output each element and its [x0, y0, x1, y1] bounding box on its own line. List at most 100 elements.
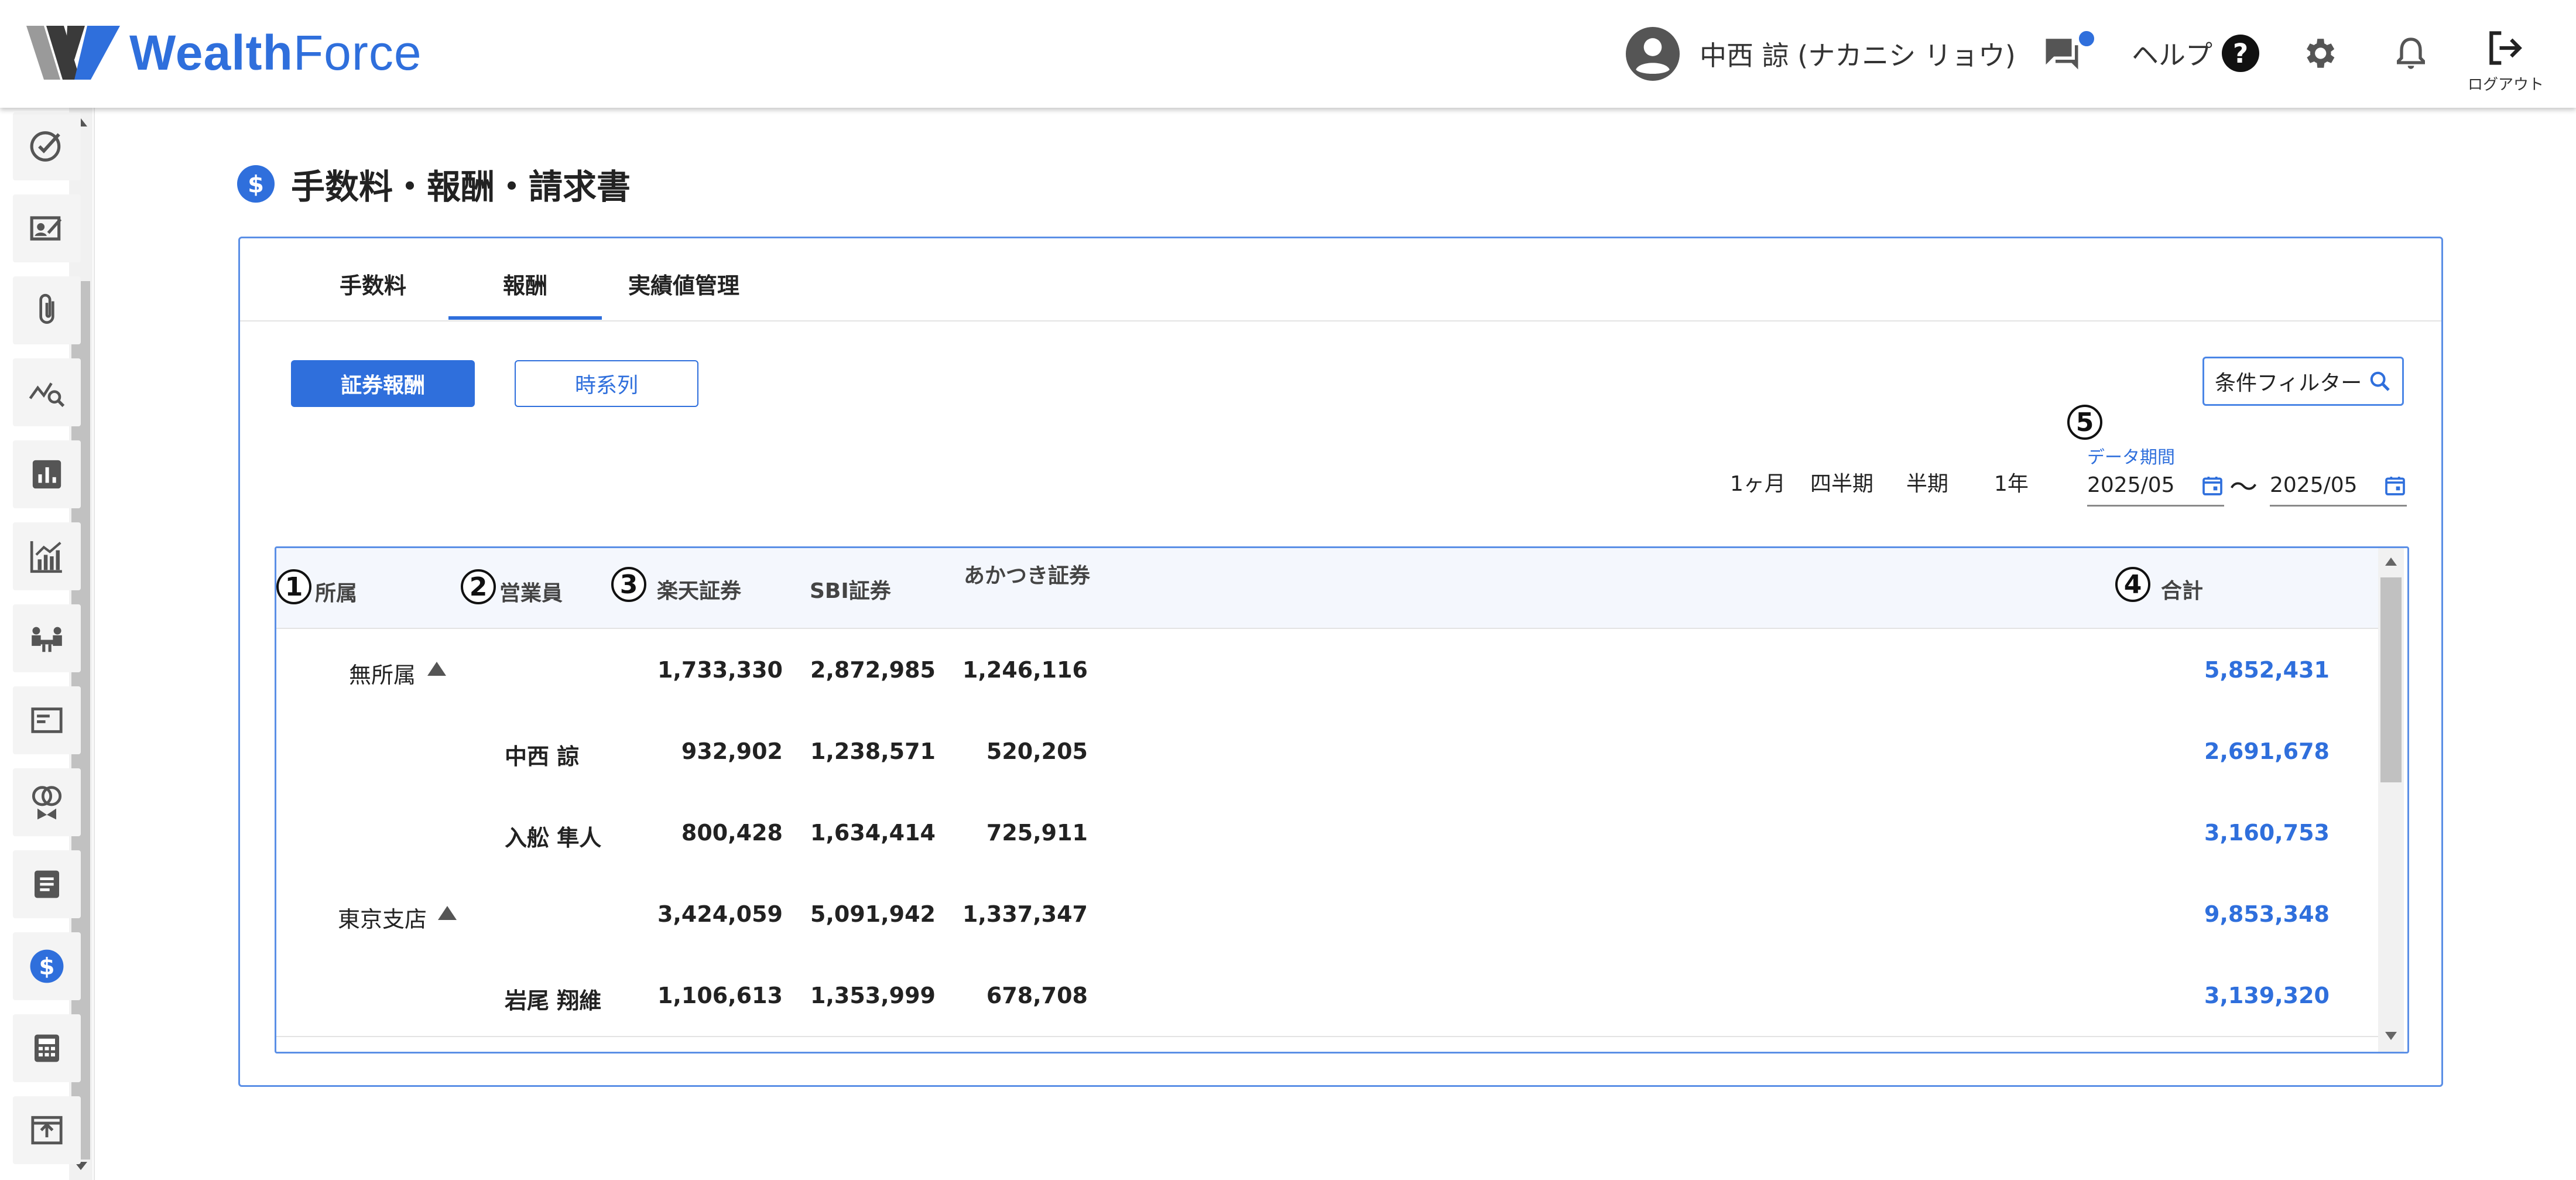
cell-akatsuki: 520,205	[986, 738, 1088, 764]
date-to-field[interactable]: 2025/05	[2270, 468, 2407, 507]
cell-akatsuki: 725,911	[986, 820, 1088, 846]
cell-akatsuki: 1,246,116	[962, 657, 1088, 683]
logout-icon[interactable]	[2485, 28, 2524, 68]
sidebar-item-analysis[interactable]	[13, 358, 81, 426]
table-row[interactable]: 無所属 1,733,330 2,872,985 1,246,116 5,852,…	[276, 629, 2378, 712]
cell-sbi: 1,634,414	[810, 820, 936, 846]
cell-total[interactable]: 5,852,431	[2095, 657, 2330, 683]
cell-total[interactable]: 9,853,348	[2095, 901, 2330, 927]
dollar-icon: $	[30, 949, 64, 983]
table-row[interactable]: 入舩 隼人 800,428 1,634,414 725,911 3,160,75…	[276, 792, 2378, 874]
period-quarter[interactable]: 四半期	[1810, 467, 1873, 497]
cell-total[interactable]: 3,139,320	[2095, 983, 2330, 1008]
collapse-triangle-icon[interactable]	[427, 662, 446, 676]
sidebar-item-reports[interactable]	[13, 440, 81, 508]
search-icon	[2370, 371, 2390, 391]
date-to-value: 2025/05	[2270, 473, 2358, 497]
table-row[interactable]: 中西 諒 932,902 1,238,571 520,205 2,691,678	[276, 710, 2378, 793]
cell-salesperson: 入舩 隼人	[505, 825, 602, 851]
chat-icon[interactable]	[2042, 34, 2082, 73]
sidebar-item-cards[interactable]	[13, 686, 81, 754]
annotation-marker-4: 4	[2115, 567, 2150, 602]
cell-salesperson: 岩尾 翔維	[505, 988, 602, 1014]
cell-rakuten: 932,902	[681, 738, 783, 764]
annotation-marker-2: 2	[461, 569, 496, 604]
id-card-icon	[30, 216, 62, 241]
tab-performance[interactable]: 実績値管理	[628, 268, 739, 300]
date-range-label: データ期間	[2087, 447, 2175, 468]
table-row[interactable]: 東京支店 3,424,059 5,091,942 1,337,347 9,853…	[276, 873, 2378, 956]
date-from-field[interactable]: 2025/05	[2087, 468, 2224, 507]
cell-sbi: 1,238,571	[810, 738, 936, 764]
cell-salesperson: 中西 諒	[505, 744, 580, 769]
securities-reward-button[interactable]: 証券報酬	[291, 360, 475, 407]
cell-rakuten: 1,733,330	[657, 657, 783, 683]
sidebar-item-growth[interactable]	[13, 522, 81, 590]
cell-sbi: 1,353,999	[810, 983, 936, 1008]
rewards-table: 1 所属 2 営業員 3 楽天証券 SBI証券 あかつき証券 4 合計 無所属 …	[275, 546, 2409, 1054]
timeseries-button[interactable]: 時系列	[515, 360, 698, 407]
app-logo[interactable]: WealthForce	[26, 25, 422, 80]
meeting-icon	[32, 627, 62, 652]
page-title-text: 手数料・報酬・請求書	[291, 167, 631, 207]
rings-icon	[32, 786, 62, 820]
svg-text:$: $	[248, 172, 264, 199]
svg-text:$: $	[39, 954, 55, 980]
help-button[interactable]: ヘルプ ?	[2132, 34, 2259, 73]
collapse-triangle-icon[interactable]	[438, 906, 457, 920]
period-1-month[interactable]: 1ヶ月	[1730, 467, 1786, 497]
table-scroll-down[interactable]	[2385, 1032, 2397, 1040]
upload-icon	[31, 1116, 63, 1145]
annotation-marker-1: 1	[276, 569, 311, 604]
sidebar-item-export[interactable]	[13, 1096, 81, 1164]
calendar-icon[interactable]	[2201, 474, 2224, 497]
annotation-marker-5: 5	[2067, 405, 2102, 440]
sidebar-item-fees[interactable]: $	[13, 932, 81, 1000]
growth-chart-icon	[30, 541, 62, 573]
period-half-year[interactable]: 半期	[1906, 467, 1948, 497]
help-icon: ?	[2222, 35, 2259, 72]
document-icon	[35, 870, 59, 898]
logout-label: ログアウト	[2467, 76, 2544, 94]
header-affiliation: 所属	[315, 582, 358, 606]
help-label: ヘルプ	[2132, 39, 2212, 71]
chart-search-icon	[29, 382, 65, 408]
page-title: $ 手数料・報酬・請求書	[237, 159, 631, 208]
svg-text:?: ?	[2233, 38, 2248, 69]
header-salesperson: 営業員	[499, 582, 563, 606]
tab-fees[interactable]: 手数料	[340, 268, 406, 300]
cell-akatsuki: 678,708	[986, 983, 1088, 1008]
table-header: 1 所属 2 営業員 3 楽天証券 SBI証券 あかつき証券 4 合計	[276, 548, 2378, 629]
gear-icon[interactable]	[2300, 34, 2338, 73]
cell-total[interactable]: 3,160,753	[2095, 820, 2330, 846]
check-circle-icon	[30, 131, 61, 162]
bell-icon[interactable]	[2392, 33, 2430, 74]
active-tab-indicator	[448, 316, 602, 320]
sidebar-item-tasks[interactable]	[13, 112, 81, 180]
dollar-icon: $	[237, 165, 275, 203]
user-avatar-icon	[1626, 27, 1680, 81]
table-scroll-thumb[interactable]	[2380, 577, 2402, 782]
header-sbi: SBI証券	[810, 579, 891, 603]
table-scroll-up[interactable]	[2385, 557, 2397, 566]
user-menu[interactable]: 中西 諒 (ナカニシ リョウ)	[1626, 27, 2016, 81]
sidebar-item-matching[interactable]	[13, 768, 81, 836]
header-akatsuki: あかつき証券	[964, 564, 1091, 588]
sidebar-item-contacts[interactable]	[13, 194, 81, 262]
calculator-icon	[35, 1034, 59, 1062]
sidebar-item-documents[interactable]	[13, 850, 81, 918]
table-row[interactable]: 岩尾 翔維 1,106,613 1,353,999 678,708 3,139,…	[276, 955, 2378, 1037]
calendar-icon[interactable]	[2383, 474, 2407, 497]
sidebar-item-meetings[interactable]	[13, 604, 81, 672]
bar-chart-icon	[32, 460, 61, 489]
cell-sbi: 5,091,942	[810, 901, 936, 927]
cell-total[interactable]: 2,691,678	[2095, 738, 2330, 764]
sidebar-item-calculator[interactable]	[13, 1014, 81, 1082]
period-1-year[interactable]: 1年	[1994, 467, 2029, 497]
condition-filter-button[interactable]: 条件フィルター	[2202, 357, 2404, 406]
tab-bar: 手数料 報酬 実績値管理	[240, 238, 2441, 321]
tab-rewards[interactable]: 報酬	[503, 268, 547, 300]
header-total: 合計	[2161, 579, 2204, 603]
sidebar-item-attachments[interactable]	[13, 276, 81, 344]
cell-sbi: 2,872,985	[810, 657, 936, 683]
